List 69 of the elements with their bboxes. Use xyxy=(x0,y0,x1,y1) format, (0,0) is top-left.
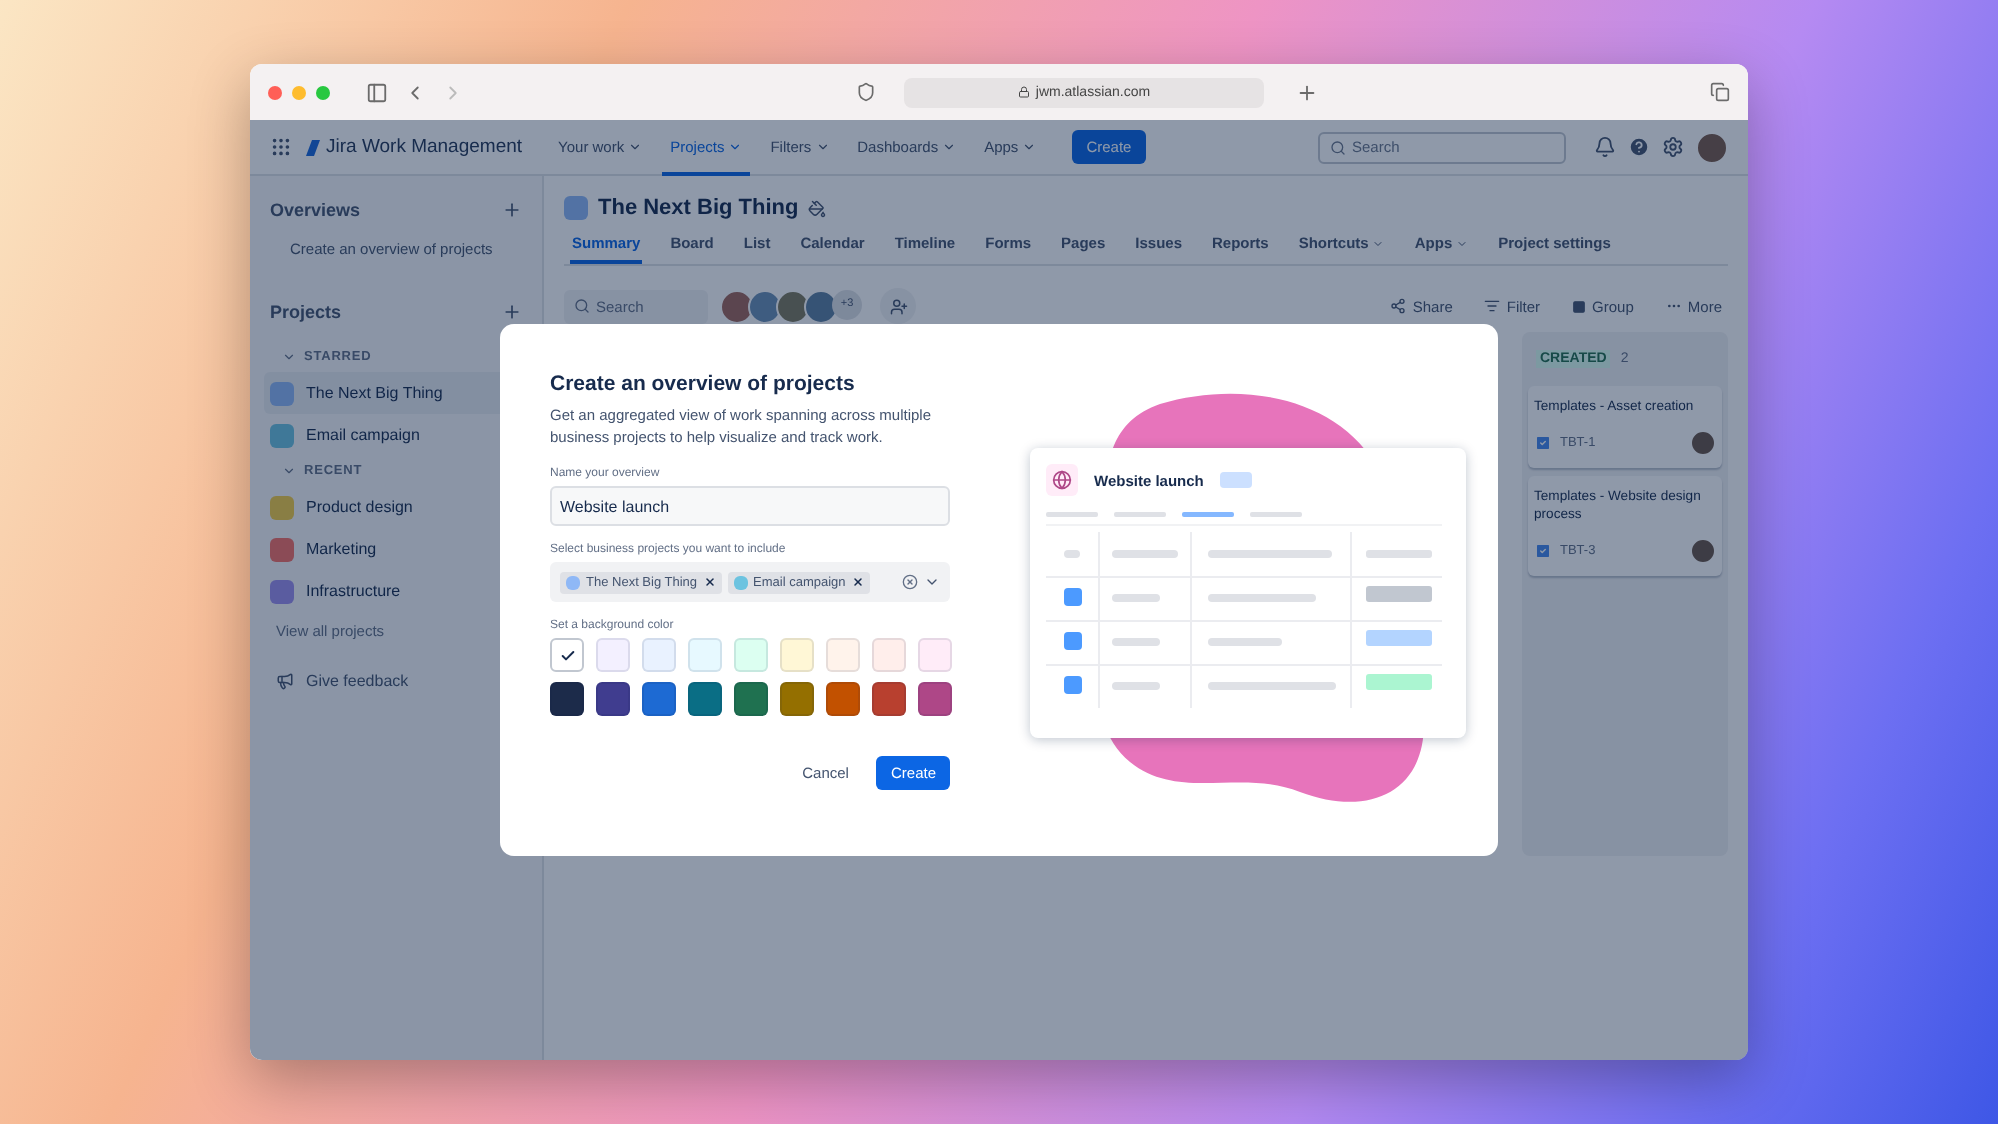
lock-icon xyxy=(1017,86,1030,98)
modal-title: Create an overview of projects xyxy=(550,372,857,396)
check-icon xyxy=(559,647,575,663)
project-item[interactable]: Marketing xyxy=(264,528,542,570)
remove-icon[interactable] xyxy=(851,576,864,588)
app-switcher-icon[interactable] xyxy=(270,136,292,158)
settings-icon[interactable] xyxy=(1662,136,1684,158)
chevron-down-icon xyxy=(815,140,830,154)
project-avatar xyxy=(270,423,294,447)
chevron-down-icon xyxy=(1372,237,1385,249)
member-avatar[interactable] xyxy=(748,289,782,323)
notifications-icon[interactable] xyxy=(1594,136,1616,158)
project-avatar xyxy=(270,381,294,405)
logo-icon xyxy=(304,137,322,157)
assignee-avatar xyxy=(1690,537,1716,564)
new-tab-icon[interactable] xyxy=(1296,81,1318,103)
globe-icon xyxy=(1046,464,1078,496)
chevron-down-icon xyxy=(1022,140,1037,154)
name-input[interactable]: Website launch xyxy=(550,486,950,526)
project-name: Marketing xyxy=(306,540,377,558)
member-avatar[interactable] xyxy=(776,289,810,323)
sidebar-heading: Overviews xyxy=(270,200,361,220)
chevron-down-icon xyxy=(282,350,296,364)
project-item[interactable]: Infrastructure xyxy=(264,570,542,612)
member-avatar[interactable] xyxy=(804,289,838,323)
project-avatar xyxy=(270,579,294,603)
feedback-link[interactable]: Give feedback xyxy=(270,672,522,690)
project-item[interactable]: Product design xyxy=(264,486,542,528)
tabs-overview-icon[interactable] xyxy=(1710,82,1730,102)
project-item[interactable]: Email campaign xyxy=(264,414,542,456)
sidebar-toggle-icon[interactable] xyxy=(366,81,388,103)
search-icon xyxy=(574,298,590,314)
megaphone-icon xyxy=(276,672,294,690)
project-avatar xyxy=(564,196,588,220)
project-name: Infrastructure xyxy=(306,582,401,600)
color-swatch[interactable] xyxy=(550,638,584,672)
user-avatar[interactable] xyxy=(1696,131,1728,163)
task-icon xyxy=(1534,433,1552,452)
search-icon xyxy=(1330,139,1346,155)
remove-icon[interactable] xyxy=(703,576,716,588)
filter-icon xyxy=(1484,298,1501,314)
chevron-down-icon xyxy=(728,140,743,154)
project-avatar xyxy=(270,537,294,561)
chevron-down-icon xyxy=(282,464,296,478)
chevron-down-icon[interactable] xyxy=(924,574,940,590)
assignee-avatar xyxy=(1690,429,1716,456)
share-icon xyxy=(1390,298,1407,314)
task-icon xyxy=(1534,541,1552,560)
add-person-icon xyxy=(889,297,907,315)
close-window-button[interactable] xyxy=(268,85,282,99)
project-name: Email campaign xyxy=(306,426,420,444)
project-title: The Next Big Thing xyxy=(598,196,799,220)
project-name: The Next Big Thing xyxy=(306,384,443,402)
chevron-down-icon xyxy=(942,140,957,154)
square-icon xyxy=(1572,299,1587,313)
member-avatar[interactable] xyxy=(720,289,754,323)
paint-bucket-icon[interactable] xyxy=(808,199,827,217)
sidebar-heading: Projects xyxy=(270,302,342,322)
help-icon[interactable] xyxy=(1628,136,1650,158)
project-avatar xyxy=(270,495,294,519)
shield-icon[interactable] xyxy=(856,82,876,102)
chevron-down-icon xyxy=(628,140,643,154)
chevron-down-icon xyxy=(1456,237,1469,249)
add-icon[interactable] xyxy=(502,302,522,322)
add-member-button[interactable] xyxy=(880,288,916,324)
clear-icon[interactable] xyxy=(902,574,918,590)
project-name: Product design xyxy=(306,498,413,516)
add-icon[interactable] xyxy=(502,200,522,220)
product-logo[interactable]: Jira Work Management xyxy=(304,136,523,158)
